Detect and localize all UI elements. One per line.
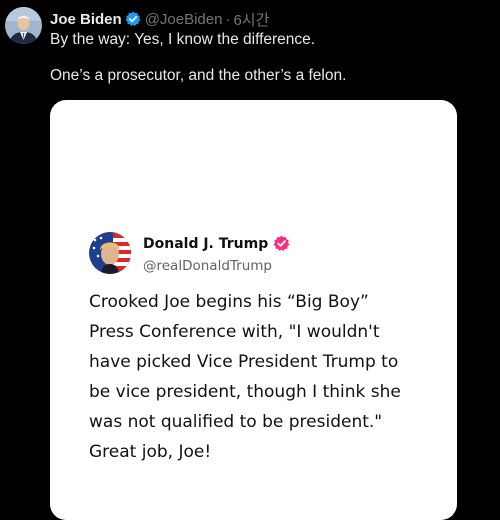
tweet-timestamp[interactable]: 6시간 — [233, 9, 269, 30]
embedded-author-avatar — [89, 232, 131, 274]
embedded-body-line: be vice president, though I think she — [89, 382, 401, 402]
author-name[interactable]: Joe Biden — [50, 11, 122, 28]
tweet-text-line-1: By the way: Yes, I know the difference. — [50, 31, 316, 48]
header-separator: · — [225, 10, 231, 28]
embedded-post-image[interactable]: Donald J. Trump @realDonaldTrump Crooked… — [50, 100, 457, 520]
embedded-body-line: Great job, Joe! — [89, 442, 212, 462]
embedded-author-row: Donald J. Trump — [143, 235, 290, 252]
embedded-post-body: Crooked Joe begins his “Big Boy” Press C… — [89, 287, 429, 467]
tweet-text-line-2: One’s a prosecutor, and the other’s a fe… — [50, 67, 347, 84]
embedded-author-name: Donald J. Trump — [143, 235, 269, 252]
embedded-body-line: Crooked Joe begins his “Big Boy” — [89, 292, 369, 312]
author-handle[interactable]: @JoeBiden — [145, 11, 223, 28]
author-avatar[interactable] — [5, 7, 42, 44]
embedded-body-line: Press Conference with, "I wouldn't — [89, 322, 380, 342]
pink-verified-badge-icon — [273, 235, 290, 252]
embedded-body-line: have picked Vice President Trump to — [89, 352, 399, 372]
embedded-author-handle: @realDonaldTrump — [143, 258, 272, 274]
embedded-body-line: was not qualified to be president." — [89, 412, 383, 432]
verified-badge-icon[interactable] — [125, 11, 141, 27]
tweet: Joe Biden @JoeBiden · 6시간 By the way: Ye… — [0, 0, 500, 520]
tweet-header: Joe Biden @JoeBiden · 6시간 — [50, 9, 269, 29]
